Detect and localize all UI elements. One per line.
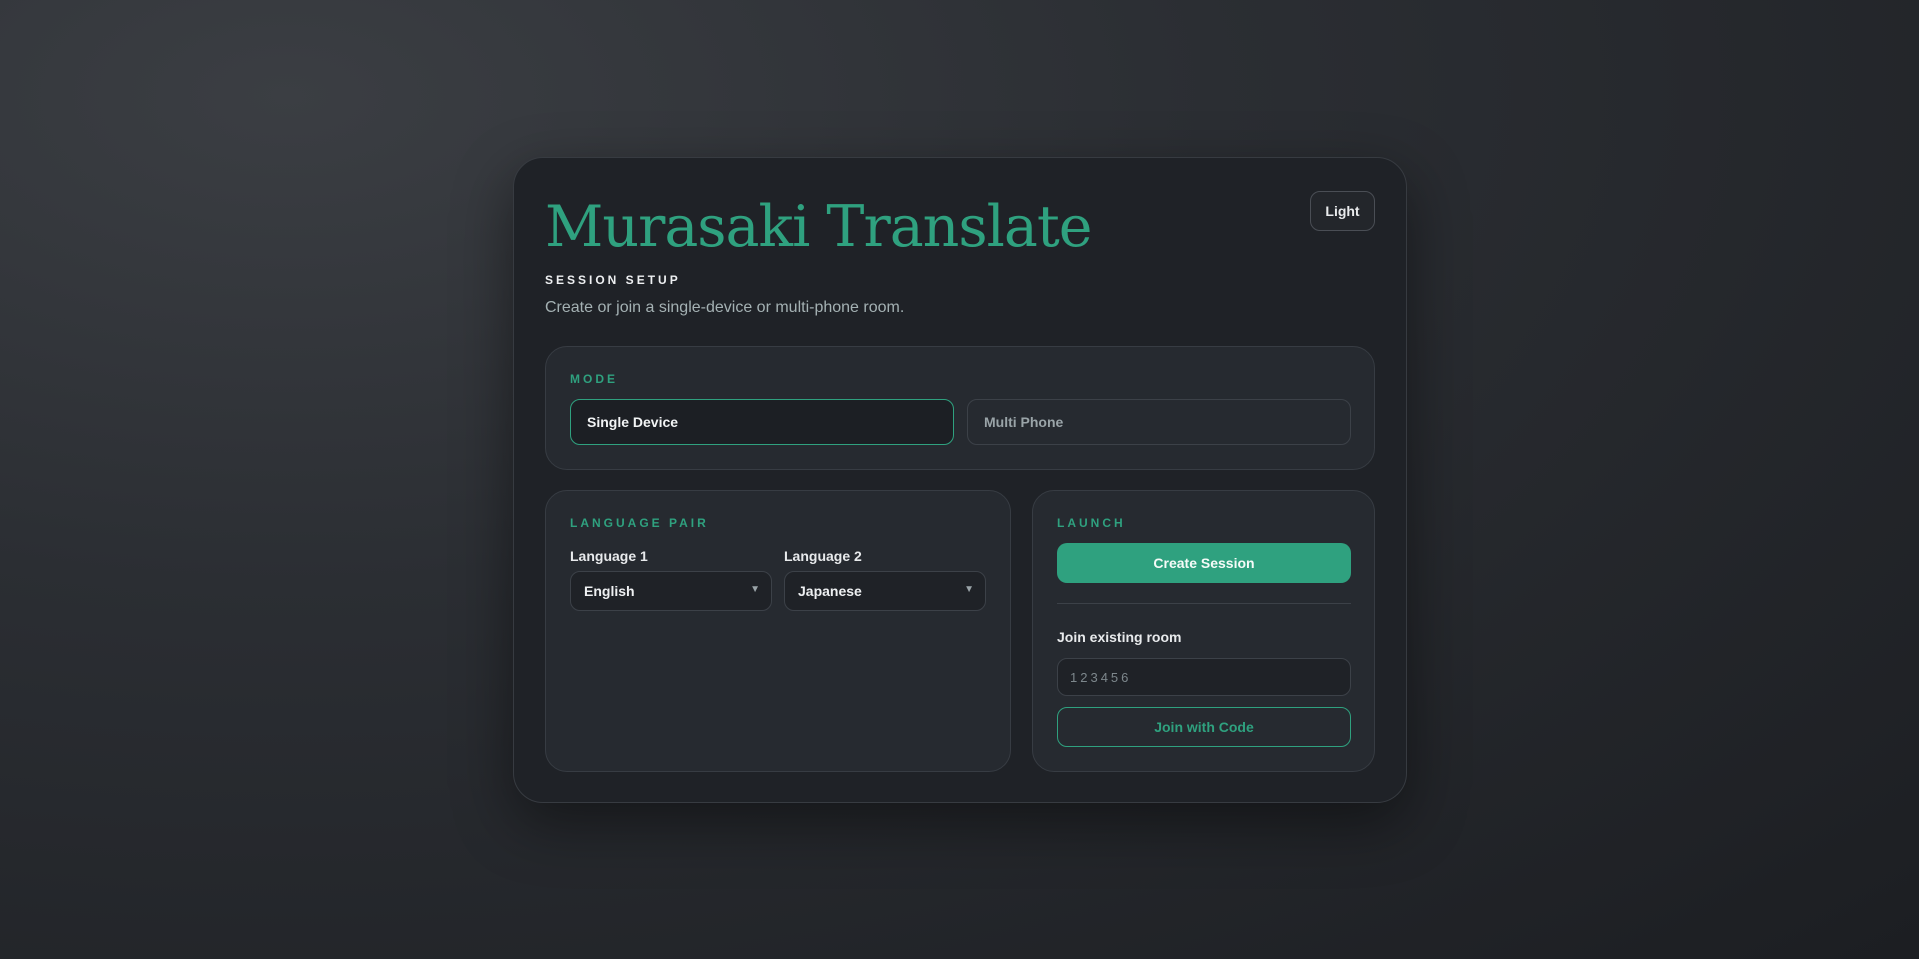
language-pair-panel: LANGUAGE PAIR Language 1 English ▼ Langu… xyxy=(545,490,1011,772)
language1-value: English xyxy=(584,583,635,599)
mode-single-device-button[interactable]: Single Device xyxy=(570,399,954,445)
room-code-input[interactable] xyxy=(1057,658,1351,696)
language-pair-section-label: LANGUAGE PAIR xyxy=(570,516,709,530)
chevron-down-icon: ▼ xyxy=(750,584,760,595)
divider xyxy=(1057,603,1351,604)
join-with-code-button[interactable]: Join with Code xyxy=(1057,707,1351,747)
launch-section-label: LAUNCH xyxy=(1057,516,1126,530)
language2-select[interactable]: Japanese ▼ xyxy=(784,571,986,611)
create-session-button[interactable]: Create Session xyxy=(1057,543,1351,583)
language1-select[interactable]: English ▼ xyxy=(570,571,772,611)
mode-panel: MODE Single Device Multi Phone xyxy=(545,346,1375,470)
chevron-down-icon: ▼ xyxy=(964,584,974,595)
language1-label: Language 1 xyxy=(570,548,648,564)
theme-toggle-button[interactable]: Light xyxy=(1310,191,1375,231)
join-room-label: Join existing room xyxy=(1057,629,1182,645)
page-subtitle: Create or join a single-device or multi-… xyxy=(545,299,905,316)
language2-label: Language 2 xyxy=(784,548,862,564)
mode-multi-phone-button[interactable]: Multi Phone xyxy=(967,399,1351,445)
session-setup-card: Light Murasaki Translate SESSION SETUP C… xyxy=(513,157,1407,803)
language2-value: Japanese xyxy=(798,583,862,599)
launch-panel: LAUNCH Create Session Join existing room… xyxy=(1032,490,1375,772)
section-eyebrow: SESSION SETUP xyxy=(545,273,681,287)
mode-section-label: MODE xyxy=(570,372,618,386)
app-title: Murasaki Translate xyxy=(545,194,1092,260)
